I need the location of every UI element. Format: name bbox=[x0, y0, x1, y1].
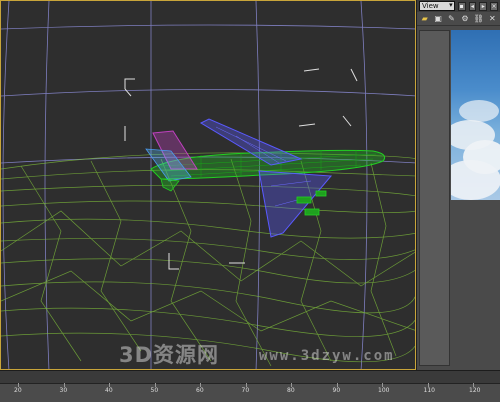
close-icon[interactable]: ✕ bbox=[488, 14, 497, 24]
timeline-tick-label: 120 bbox=[469, 387, 481, 394]
gear-icon[interactable]: ⚙ bbox=[460, 14, 469, 24]
timeline-tick bbox=[63, 383, 65, 387]
timeline-tick bbox=[245, 383, 247, 387]
timeline-tick bbox=[200, 383, 201, 387]
timeline-tick bbox=[382, 383, 383, 387]
timeline-tick-label: 50 bbox=[150, 387, 159, 394]
timeline-tick-label: 100 bbox=[378, 387, 390, 394]
folder-icon[interactable]: ▰ bbox=[420, 14, 429, 24]
timeline-tick-label: 30 bbox=[59, 387, 68, 394]
timeline-tick-label: 110 bbox=[423, 387, 435, 394]
timeline-tick-label: 60 bbox=[196, 387, 204, 394]
timeline-tick-label: 70 bbox=[241, 387, 250, 394]
terrain-wireframe bbox=[1, 152, 415, 367]
airplane-wireframe[interactable] bbox=[145, 118, 386, 238]
timeline-tick-label: 90 bbox=[332, 387, 341, 394]
timeline-tick bbox=[336, 383, 338, 387]
timeline-tick bbox=[18, 383, 19, 387]
sky-preview-image bbox=[451, 30, 500, 200]
timeline-tick bbox=[473, 383, 474, 387]
nav-forward-icon[interactable]: ▸ bbox=[479, 1, 488, 11]
toggle-icon[interactable]: ▪ bbox=[457, 1, 466, 11]
panel-empty-area bbox=[451, 200, 500, 366]
panel-toolbar: ▰ ▣ ✎ ⚙ ⛓ ✕ bbox=[417, 12, 500, 26]
lock-icon[interactable]: ▣ bbox=[433, 14, 442, 24]
timeline-tick-label: 20 bbox=[14, 387, 22, 394]
nav-back-icon[interactable]: ◂ bbox=[468, 1, 477, 11]
timeline-tick-label: 80 bbox=[287, 387, 295, 394]
watermark-url: www.3dzyw.com bbox=[259, 348, 395, 364]
link-icon[interactable]: ⛓ bbox=[474, 14, 484, 24]
preview-well bbox=[419, 30, 450, 366]
brush-icon[interactable]: ✎ bbox=[447, 14, 456, 24]
timeline-tick bbox=[427, 383, 429, 387]
timeline-tick-label: 40 bbox=[105, 387, 113, 394]
close-icon[interactable]: × bbox=[490, 1, 498, 11]
3d-viewport[interactable]: 3D资源网 www.3dzyw.com bbox=[0, 0, 416, 370]
timeline-tick bbox=[109, 383, 110, 387]
view-dropdown[interactable]: View bbox=[419, 1, 455, 11]
timeline-bar[interactable]: 20 30 40 50 60 70 80 90 100 110 120 bbox=[0, 370, 500, 402]
timeline-tick bbox=[154, 383, 156, 387]
panel-header: View ▪ ◂ ▸ × bbox=[417, 0, 500, 12]
timeline-tick bbox=[291, 383, 292, 387]
material-preview-panel: View ▪ ◂ ▸ × ▰ ▣ ✎ ⚙ ⛓ ✕ bbox=[416, 0, 500, 370]
viewport-scene bbox=[1, 1, 415, 369]
watermark-brand: 3D资源网 bbox=[119, 343, 220, 367]
